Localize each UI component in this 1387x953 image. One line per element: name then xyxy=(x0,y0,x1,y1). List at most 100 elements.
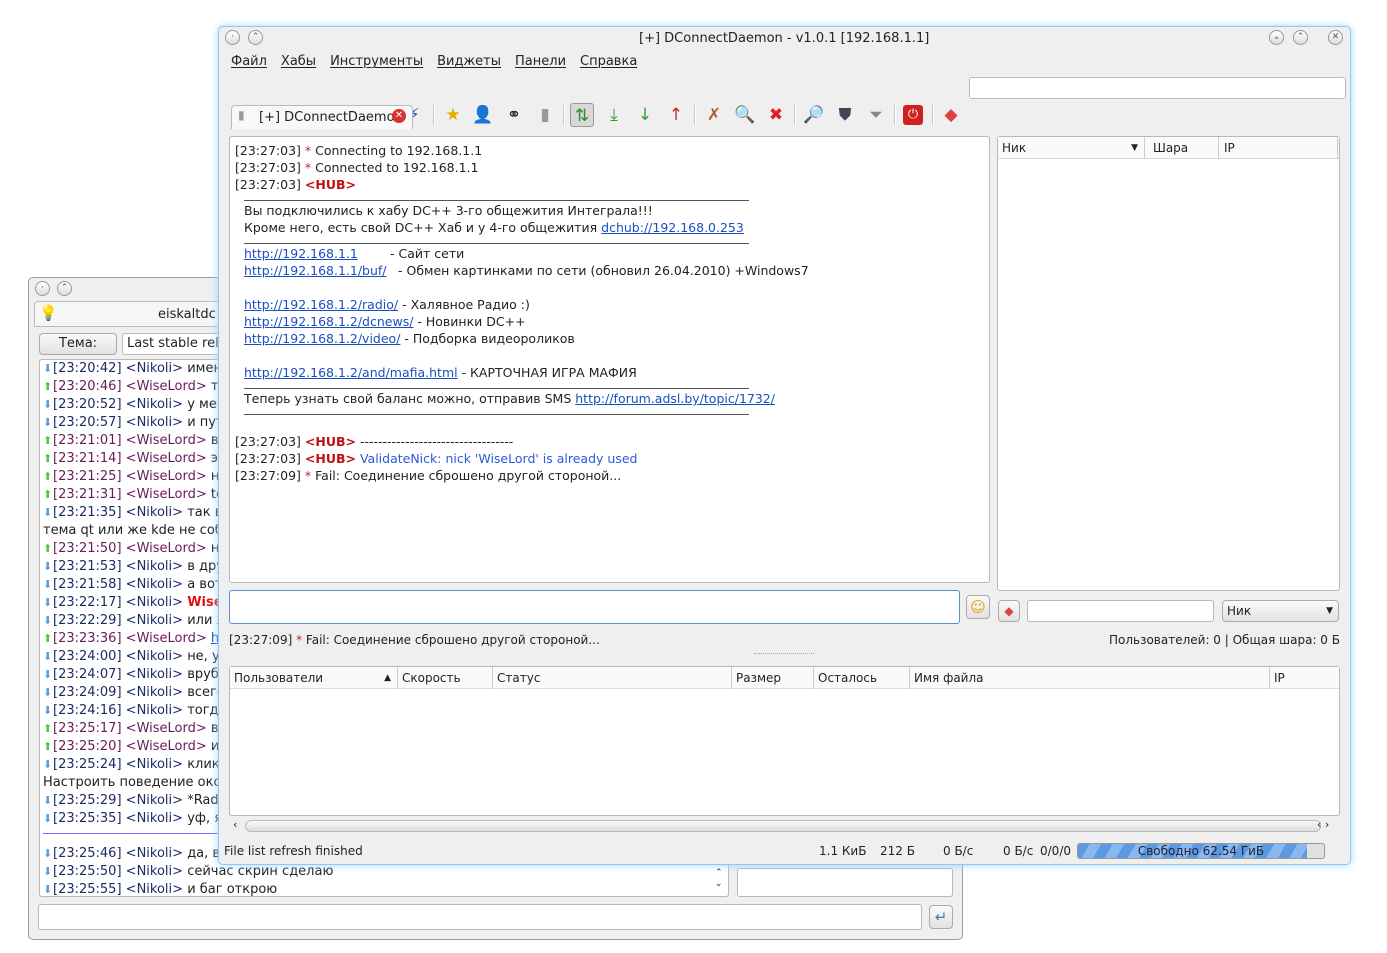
arrow-up-icon: ⬆ xyxy=(43,470,53,483)
clear-filter-button[interactable]: ◆ xyxy=(998,600,1020,622)
window-title: [+] DConnectDaemon - v1.0.1 [192.168.1.1… xyxy=(639,31,930,46)
nick: <WiseLord> xyxy=(125,433,207,448)
close-all-icon[interactable]: ✖ xyxy=(764,103,788,127)
maximize-button[interactable]: ⌃ xyxy=(1293,30,1308,45)
splitter-handle[interactable] xyxy=(754,653,814,654)
clear-broom-icon[interactable]: ✗ xyxy=(702,103,726,127)
slots: 0/0/0 xyxy=(1040,844,1071,858)
finished-uploads-icon[interactable]: ↑ xyxy=(664,103,688,127)
column-filename[interactable]: Имя файла xyxy=(910,667,1270,689)
finished-downloads-icon[interactable]: ↓ xyxy=(633,103,657,127)
chat-scroll-arrows[interactable]: ⌃ ⌄ xyxy=(715,868,723,890)
link[interactable]: http://192.168.1.1 xyxy=(244,246,358,261)
link[interactable]: http://192.168.1.2/video/ xyxy=(244,331,400,346)
column-nick[interactable]: Ник ▼ xyxy=(998,137,1145,159)
column-ip[interactable]: IP xyxy=(1270,667,1339,689)
message-text: ValidateNick: nick 'WiseLord' is already… xyxy=(355,451,638,466)
column-remaining[interactable]: Осталось xyxy=(814,667,910,689)
motd-line: http://192.168.1.1/buf/ - Обмен картинкам… xyxy=(235,262,984,279)
arrow-up-icon: ⬆ xyxy=(43,488,53,501)
link[interactable]: http://forum.adsl.by/topic/1732/ xyxy=(575,391,775,406)
link[interactable]: http://192.168.1.2/dcnews/ xyxy=(244,314,413,329)
timestamp: [23:21:01] xyxy=(53,433,122,448)
adl-search-icon[interactable]: ▮ xyxy=(533,103,557,127)
timestamp: [23:27:09] xyxy=(235,468,301,483)
timestamp: [23:22:29] xyxy=(53,613,122,628)
toolbar-search-input[interactable] xyxy=(969,77,1346,99)
column-size[interactable]: Размер xyxy=(732,667,814,689)
timestamp: [23:20:57] xyxy=(53,415,122,430)
search-icon[interactable]: 🔎 xyxy=(802,103,826,127)
quit-power-icon[interactable]: ⏻ xyxy=(903,105,923,125)
menu-help[interactable]: Справка xyxy=(580,54,637,69)
text: - Подборка видеороликов xyxy=(400,331,575,346)
eraser-icon[interactable]: ◆ xyxy=(939,103,963,127)
timestamp: [23:27:03] xyxy=(235,160,301,175)
menu-hubs[interactable]: Хабы xyxy=(281,54,316,69)
text: Кроме него, есть свой DC++ Хаб и у 4-го … xyxy=(244,220,602,235)
emoticon-button[interactable]: ☺ xyxy=(966,595,990,619)
timestamp: [23:27:03] xyxy=(235,451,301,466)
transfers-icon[interactable]: ⇅ xyxy=(570,103,594,127)
topic-button[interactable]: Тема: xyxy=(39,333,117,355)
column-speed[interactable]: Скорость xyxy=(398,667,493,689)
free-space-bar: Свободно 62.54 ГиБ xyxy=(1077,843,1325,859)
chat-message: ⬇[23:25:55] <Nikoli> и баг открою xyxy=(40,881,728,897)
nick: <WiseLord> xyxy=(125,487,207,502)
link[interactable]: dchub://192.168.0.253 xyxy=(601,220,744,235)
user-list: Ник ▼ Шара IP xyxy=(997,136,1340,591)
chat-log: [23:27:03] * Connecting to 192.168.1.1 [2… xyxy=(229,136,990,583)
link[interactable]: http://192.168.1.2/radio/ xyxy=(244,297,398,312)
nick: <WiseLord> xyxy=(125,451,207,466)
arrow-down-icon: ⬇ xyxy=(43,416,53,429)
tab-label: [+] DConnectDaemon xyxy=(259,110,403,125)
nick: <Nikoli> xyxy=(125,864,184,879)
message-input[interactable] xyxy=(38,904,922,930)
user-filter-input[interactable] xyxy=(1027,600,1214,622)
upload-total: 212 Б xyxy=(880,844,915,858)
window-shade-button[interactable]: ⌃ xyxy=(248,30,263,45)
window-shade-button[interactable]: ⌃ xyxy=(57,281,72,296)
menu-widgets[interactable]: Виджеты xyxy=(437,54,501,69)
nick: <WiseLord> xyxy=(125,739,207,754)
filter-icon[interactable]: ⏷ xyxy=(864,103,888,127)
timestamp: [23:25:55] xyxy=(53,882,122,897)
timestamp: [23:21:53] xyxy=(53,559,122,574)
column-ip[interactable]: IP xyxy=(1220,137,1338,159)
text: Вы подключились к хабу DC++ 3-го общежит… xyxy=(244,203,653,218)
timestamp: [23:24:16] xyxy=(53,703,122,718)
lightbulb-icon: 💡 xyxy=(39,304,58,322)
favorite-hubs-icon[interactable]: ★ xyxy=(441,103,465,127)
menu-tools[interactable]: Инструменты xyxy=(330,54,423,69)
link[interactable]: http://192.168.1.2/and/mafia.html xyxy=(244,365,458,380)
link[interactable]: http://192.168.1.1/buf/ xyxy=(244,263,387,278)
spy-search-icon[interactable]: 🔍 xyxy=(733,103,757,127)
close-button[interactable]: ✕ xyxy=(1328,30,1343,45)
window-menu-button[interactable]: · xyxy=(225,30,240,45)
user-count: Пользователей: 0 | Общая шара: 0 Б xyxy=(1108,633,1340,647)
column-status[interactable]: Статус xyxy=(493,667,732,689)
column-share[interactable]: Шара xyxy=(1149,137,1219,159)
send-button[interactable]: ↵ xyxy=(929,905,953,929)
tab-label: eiskaltdc xyxy=(158,307,216,322)
window-menu-button[interactable]: · xyxy=(35,281,50,296)
arrow-down-icon: ⬇ xyxy=(43,506,53,519)
menu-file[interactable]: Файл xyxy=(231,54,267,69)
filter-column-select[interactable]: Ник ▼ xyxy=(1222,600,1339,622)
hub-tab[interactable]: ▮ [+] DConnectDaemon ✕ xyxy=(231,105,413,129)
search-binoculars-icon[interactable]: ⚭ xyxy=(502,103,526,127)
chat-input[interactable] xyxy=(229,590,960,624)
timestamp: [23:21:31] xyxy=(53,487,122,502)
download-queue-icon[interactable]: ⤓ xyxy=(602,103,626,127)
motd-line: Вы подключились к хабу DC++ 3-го общежит… xyxy=(235,202,984,219)
timestamp: [23:20:42] xyxy=(53,361,122,376)
favorite-users-icon[interactable]: 👤 xyxy=(471,103,495,127)
arrow-down-icon: ⬇ xyxy=(43,758,53,771)
minimize-button[interactable]: ⌄ xyxy=(1269,30,1284,45)
horizontal-scrollbar[interactable]: ‹ ‹ › xyxy=(229,818,1340,834)
column-users[interactable]: Пользователи ▲ xyxy=(230,667,398,689)
shield-icon[interactable]: ⛊ xyxy=(833,103,857,127)
close-tab-icon[interactable]: ✕ xyxy=(392,109,406,123)
nick: <Nikoli> xyxy=(125,595,184,610)
menu-panels[interactable]: Панели xyxy=(515,54,566,69)
